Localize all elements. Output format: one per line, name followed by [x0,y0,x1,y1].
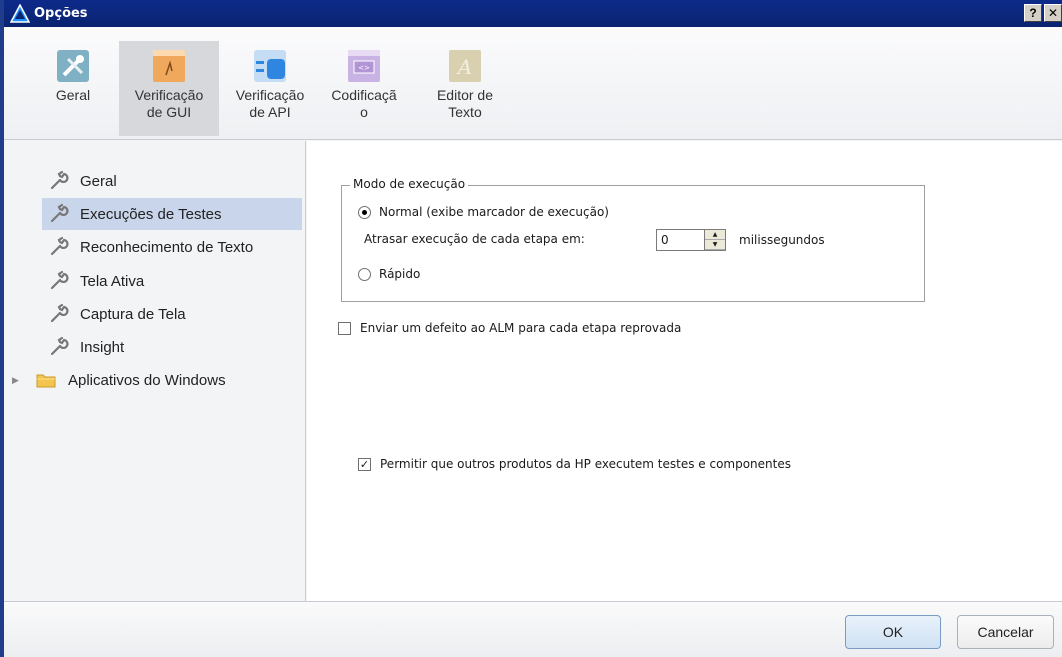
fast-mode-label: Rápido [379,267,421,281]
sidebar-item-aplicativos-windows[interactable]: ▶ Aplicativos do Windows [12,364,302,396]
send-defect-option[interactable]: Enviar um defeito ao ALM para cada etapa… [338,321,681,335]
window-title: Opções [34,6,88,21]
sidebar-item-tela-ativa[interactable]: Tela Ativa [42,265,302,297]
cancel-button[interactable]: Cancelar [957,615,1054,649]
wrench-icon [50,336,69,356]
allow-hp-checkbox[interactable]: ✓ [358,457,371,471]
svg-text:<>: <> [358,64,370,72]
wrench-icon [50,170,69,190]
allow-hp-option[interactable]: ✓ Permitir que outros produtos da HP exe… [358,457,791,471]
tab-geral-label: Geral [55,87,91,103]
tab-editor-texto-label-2: Texto [448,104,482,120]
sidebar-item-captura-tela[interactable]: Captura de Tela [42,298,302,330]
dialog-footer: OK Cancelar [4,601,1062,657]
tab-codificacao[interactable]: <> Codificaçã o [326,41,402,136]
normal-mode-radio[interactable] [358,205,371,219]
tab-geral[interactable]: Geral [38,41,108,136]
stepper-down-icon[interactable]: ▼ [705,240,725,250]
tab-codificacao-label-2: o [360,104,368,120]
delay-unit-label: milissegundos [739,233,825,247]
sidebar-item-label: Execuções de Testes [80,205,222,223]
delay-label: Atrasar execução de cada etapa em: [364,232,585,246]
send-defect-checkbox[interactable] [338,321,351,335]
allow-hp-label: Permitir que outros produtos da HP execu… [380,457,791,471]
help-button[interactable]: ? [1024,4,1042,22]
sidebar-item-label: Insight [80,338,125,356]
delay-row: Atrasar execução de cada etapa em: [364,232,585,246]
tab-verificacao-gui-label-1: Verificação [134,87,204,103]
wrench-icon [50,203,69,223]
ok-button[interactable]: OK [845,615,941,649]
settings-panel: Modo de execução Normal (exibe marcador … [307,141,1062,601]
tab-verificacao-api-label-1: Verificação [235,87,305,103]
app-logo-icon [10,3,30,23]
stepper-up-icon[interactable]: ▲ [705,230,725,240]
sidebar-item-label: Reconhecimento de Texto [80,238,254,256]
delay-input[interactable]: 0 [656,229,704,251]
sidebar-item-label: Tela Ativa [80,272,145,290]
wrench-icon [50,270,69,290]
sidebar-item-reconhecimento-texto[interactable]: Reconhecimento de Texto [42,231,302,263]
wrench-icon [50,303,69,323]
api-test-icon [254,50,286,82]
wrench-icon [50,236,69,256]
tab-verificacao-api[interactable]: Verificação de API [224,41,316,136]
sidebar-item-execucoes-testes[interactable]: Execuções de Testes [42,198,302,230]
run-mode-group-title: Modo de execução [350,177,469,191]
text-editor-icon: A [449,50,481,82]
tab-verificacao-api-label-2: de API [249,104,291,120]
normal-mode-label: Normal (exibe marcador de execução) [379,205,609,219]
send-defect-label: Enviar um defeito ao ALM para cada etapa… [360,321,682,335]
tab-verificacao-gui-label-2: de GUI [146,104,192,120]
sidebar-item-label: Geral [80,172,117,190]
fast-mode-option[interactable]: Rápido [358,267,420,281]
delay-stepper[interactable]: 0 ▲ ▼ [656,229,726,251]
fast-mode-radio[interactable] [358,267,371,281]
sidebar-item-label: Aplicativos do Windows [68,371,226,389]
sidebar-nav: Geral Execuções de Testes Reconhecimento… [4,141,306,601]
tab-editor-texto[interactable]: A Editor de Texto [425,41,505,136]
tab-codificacao-label-1: Codificaçã [331,87,397,103]
title-bar: Opções ? ✕ [4,0,1062,27]
tab-verificacao-gui[interactable]: Verificação de GUI [119,41,219,136]
sidebar-item-geral[interactable]: Geral [42,165,302,197]
tools-icon [57,50,89,82]
svg-text:A: A [456,55,472,79]
run-mode-group: Modo de execução Normal (exibe marcador … [341,177,925,302]
options-toolbar: Geral Verificação de GUI Verificação de … [4,27,1062,140]
coding-icon: <> [348,50,380,82]
sidebar-item-label: Captura de Tela [80,305,186,323]
folder-icon [36,374,56,388]
expand-arrow-icon[interactable]: ▶ [12,375,26,386]
close-button[interactable]: ✕ [1044,4,1062,22]
options-dialog: Opções ? ✕ Geral Verificação de GUI Veri… [0,0,1062,657]
normal-mode-option[interactable]: Normal (exibe marcador de execução) [358,205,609,219]
gui-test-icon [153,50,185,82]
tab-editor-texto-label-1: Editor de [436,87,494,103]
delay-stepper-row: 0 ▲ ▼ milissegundos [656,229,825,251]
sidebar-item-insight[interactable]: Insight [42,331,302,363]
